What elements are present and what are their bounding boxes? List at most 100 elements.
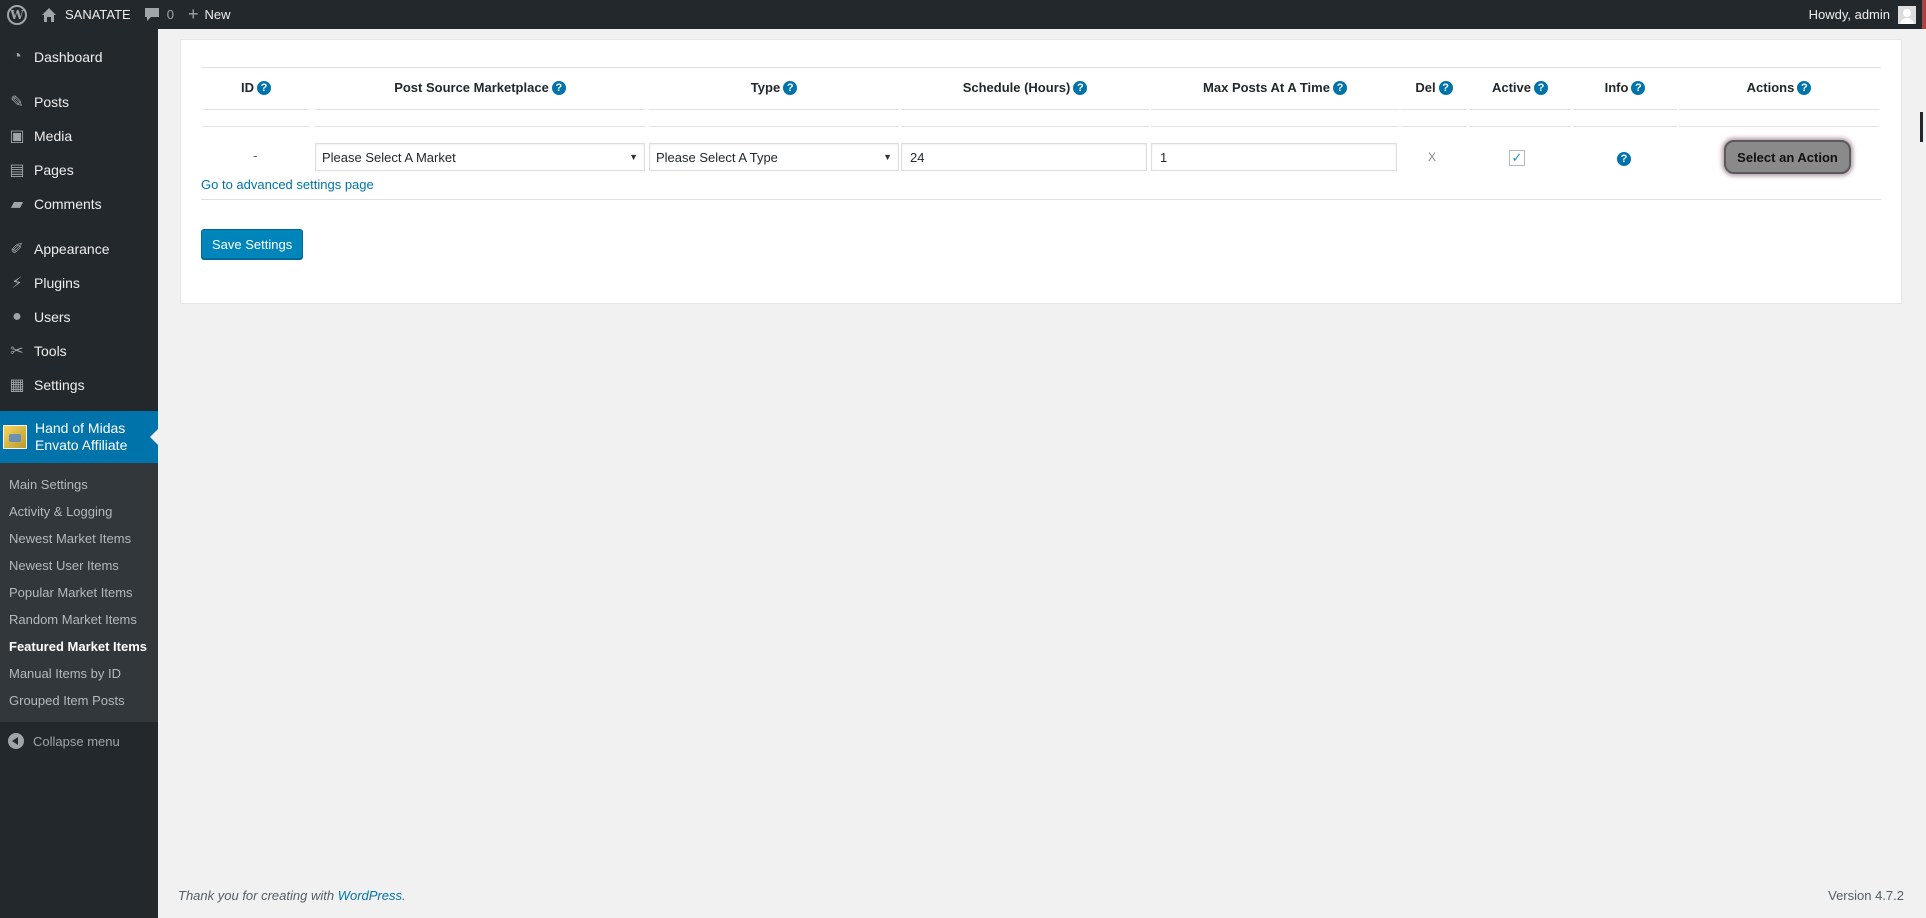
- comments-link[interactable]: 0: [138, 0, 181, 29]
- plugin-logo-icon: [3, 425, 27, 449]
- site-name-link[interactable]: SANATATE: [34, 0, 138, 29]
- admin-sidebar: ◔ Dashboard ✎ Posts ▣ Media ▤ Pages ▰ Co…: [0, 29, 158, 918]
- schedule-hours-input[interactable]: 24: [901, 143, 1147, 171]
- header-max-posts: Max Posts At A Time?: [1151, 80, 1399, 95]
- pages-icon: ▤: [9, 162, 25, 179]
- header-cell-underline: [1469, 109, 1571, 127]
- sidebar-item-tools[interactable]: ✂ Tools: [0, 334, 158, 368]
- wordpress-logo-button[interactable]: W: [0, 0, 34, 29]
- site-name: SANATATE: [65, 7, 131, 22]
- media-icon: ▣: [9, 128, 25, 145]
- table-top-divider: [201, 67, 1881, 68]
- sidebar-item-media[interactable]: ▣ Media: [0, 119, 158, 153]
- pin-icon: ✎: [10, 94, 24, 111]
- header-cell-underline: [1573, 109, 1677, 127]
- checkmark-icon: ✓: [1511, 150, 1523, 165]
- sidebar-item-pages[interactable]: ▤ Pages: [0, 153, 158, 187]
- footer-thanks: Thank you for creating with WordPress.: [178, 888, 406, 903]
- help-icon[interactable]: ?: [1631, 80, 1646, 95]
- delete-row-button[interactable]: X: [1428, 150, 1436, 164]
- advanced-settings-link[interactable]: Go to advanced settings page: [201, 177, 374, 192]
- howdy-text: Howdy, admin: [1808, 7, 1890, 22]
- help-icon[interactable]: ?: [1438, 80, 1453, 95]
- sidebar-item-label: Comments: [34, 196, 102, 212]
- header-cell-underline: [1401, 109, 1467, 127]
- submenu-featured-market-items[interactable]: Featured Market Items: [0, 633, 158, 660]
- table-bottom-divider: [201, 199, 1881, 200]
- sidebar-item-settings[interactable]: ▦ Settings: [0, 368, 158, 402]
- home-icon: [42, 7, 56, 22]
- help-icon[interactable]: ?: [1073, 80, 1088, 95]
- wrench-icon: ✂: [10, 343, 24, 360]
- settings-icon: ▦: [9, 377, 25, 394]
- scrollbar-thumb[interactable]: [1920, 112, 1923, 142]
- scrollbar-top-marker: [1922, 0, 1926, 29]
- sidebar-item-hand-of-midas[interactable]: Hand of Midas Envato Affiliate: [0, 411, 158, 463]
- header-cell-underline: [1151, 109, 1399, 127]
- new-content-link[interactable]: + New: [181, 0, 238, 29]
- sidebar-item-label: Plugins: [34, 275, 80, 291]
- select-action-button[interactable]: Select an Action: [1724, 140, 1851, 174]
- header-schedule: Schedule (Hours)?: [901, 80, 1149, 95]
- brush-icon: ✐: [10, 241, 24, 258]
- new-label: New: [204, 7, 231, 22]
- market-select[interactable]: Please Select A Market ▼: [315, 143, 645, 171]
- type-select[interactable]: Please Select A Type ▼: [649, 143, 899, 171]
- submenu-random-market-items[interactable]: Random Market Items: [0, 606, 158, 633]
- sidebar-item-posts[interactable]: ✎ Posts: [0, 85, 158, 119]
- max-posts-input[interactable]: 1: [1151, 143, 1397, 171]
- help-icon[interactable]: ?: [783, 80, 798, 95]
- dropdown-arrow-icon: ▼: [629, 152, 638, 162]
- submenu-grouped-item-posts[interactable]: Grouped Item Posts: [0, 687, 158, 714]
- help-icon[interactable]: ?: [1332, 80, 1347, 95]
- submenu-newest-market-items[interactable]: Newest Market Items: [0, 525, 158, 552]
- active-checkbox[interactable]: ✓: [1509, 150, 1525, 166]
- collapse-menu-button[interactable]: Collapse menu: [0, 724, 158, 758]
- sidebar-item-label: Media: [34, 128, 73, 144]
- help-icon[interactable]: ?: [257, 80, 271, 95]
- help-icon: ?: [1617, 152, 1631, 166]
- header-del: Del?: [1401, 80, 1467, 95]
- my-account-link[interactable]: Howdy, admin: [1802, 0, 1926, 29]
- header-cell-underline: [649, 109, 899, 127]
- help-icon[interactable]: ?: [1797, 80, 1812, 95]
- help-icon[interactable]: ?: [1534, 80, 1549, 95]
- sidebar-item-plugins[interactable]: ⚡ Plugins: [0, 266, 158, 300]
- version-text: Version 4.7.2: [1828, 888, 1904, 903]
- info-button[interactable]: ?: [1617, 150, 1631, 166]
- save-settings-button[interactable]: Save Settings: [201, 229, 304, 259]
- sidebar-item-label: Pages: [34, 162, 74, 178]
- sidebar-item-label: Appearance: [34, 241, 110, 257]
- header-type: Type?: [649, 80, 899, 95]
- sidebar-item-comments[interactable]: ▰ Comments: [0, 187, 158, 221]
- submenu-manual-items-by-id[interactable]: Manual Items by ID: [0, 660, 158, 687]
- submenu-main-settings[interactable]: Main Settings: [0, 471, 158, 498]
- sidebar-item-users[interactable]: ● Users: [0, 300, 158, 334]
- header-id: ID?: [201, 80, 311, 95]
- submenu-newest-user-items[interactable]: Newest User Items: [0, 552, 158, 579]
- collapse-arrow-icon: [8, 733, 24, 749]
- header-cell-underline: [315, 109, 645, 127]
- plugin-name-line1: Hand of Midas: [35, 420, 126, 436]
- header-actions: Actions?: [1679, 80, 1879, 95]
- wordpress-logo-icon: W: [7, 4, 27, 25]
- header-cell-underline: [1679, 109, 1879, 127]
- help-icon[interactable]: ?: [551, 80, 566, 95]
- wordpress-link[interactable]: WordPress: [338, 888, 402, 903]
- comment-bubble-icon: [144, 8, 159, 21]
- plugin-name-line2: Envato Affiliate: [35, 437, 128, 453]
- dashboard-icon: ◔: [12, 48, 22, 65]
- type-select-value: Please Select A Type: [656, 149, 778, 165]
- header-active: Active?: [1469, 80, 1571, 95]
- header-cell-underline: [203, 109, 309, 127]
- sidebar-item-dashboard[interactable]: ◔ Dashboard: [0, 40, 158, 74]
- max-posts-value: 1: [1160, 149, 1168, 165]
- sidebar-item-appearance[interactable]: ✐ Appearance: [0, 232, 158, 266]
- submenu-activity-logging[interactable]: Activity & Logging: [0, 498, 158, 525]
- submenu-popular-market-items[interactable]: Popular Market Items: [0, 579, 158, 606]
- admin-footer: Thank you for creating with WordPress. V…: [178, 888, 1904, 903]
- plugin-submenu: Main Settings Activity & Logging Newest …: [0, 463, 158, 722]
- comment-icon: ▰: [10, 196, 24, 213]
- settings-panel: ID? Post Source Marketplace? Type? Sched…: [180, 39, 1902, 304]
- market-select-value: Please Select A Market: [322, 149, 456, 165]
